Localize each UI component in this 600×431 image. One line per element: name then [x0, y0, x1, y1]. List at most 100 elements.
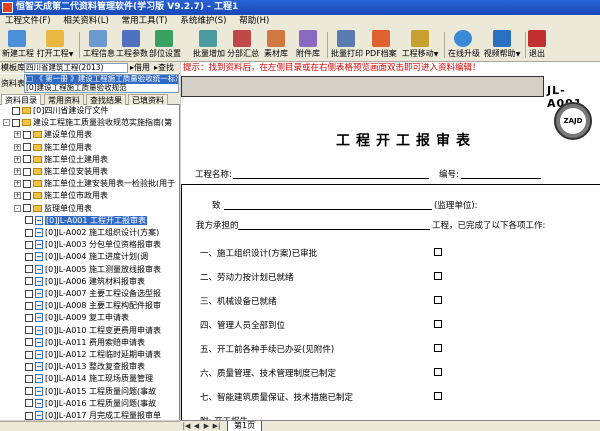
prev-sheet-button[interactable]: ◀: [192, 422, 201, 430]
tree-item-document[interactable]: [0]JL-A010 工程变更费用申请表: [25, 325, 161, 337]
borrow-button[interactable]: ▸借用: [130, 62, 150, 73]
query-button[interactable]: ▸查找: [154, 62, 174, 73]
menu-help[interactable]: 帮助(H): [234, 15, 274, 28]
exit-button[interactable]: 退出: [528, 29, 546, 61]
first-sheet-button[interactable]: |◀: [182, 422, 191, 430]
form-item-checkbox[interactable]: [434, 392, 442, 400]
project-params-button[interactable]: 工程参数: [116, 29, 148, 61]
form-item-checkbox[interactable]: [434, 296, 442, 304]
expand-icon[interactable]: +: [14, 192, 21, 200]
collapse-icon[interactable]: -: [3, 119, 10, 127]
tree-item-checkbox[interactable]: [25, 301, 33, 310]
tree-item-checkbox[interactable]: [25, 277, 33, 286]
tree-item-checkbox[interactable]: [23, 179, 31, 188]
tree-item-document[interactable]: [0]JL-A001 工程开工报审表: [25, 215, 148, 227]
part-settings-button[interactable]: 部位设置: [149, 29, 181, 61]
tree-item-folder[interactable]: + 施工单位市政用表: [14, 190, 108, 202]
tree-item-folder[interactable]: + 施工单位土建用表: [14, 154, 108, 166]
collapse-icon[interactable]: -: [14, 204, 21, 212]
tree-item-folder[interactable]: [0]四川省建设厅文件: [3, 105, 108, 117]
attachment-library-button[interactable]: 附件库: [294, 29, 322, 61]
form-item-checkbox[interactable]: [434, 344, 442, 352]
tree-item-checkbox[interactable]: [23, 130, 31, 139]
menu-related[interactable]: 相关资料(L): [58, 15, 113, 28]
pdf-archive-button[interactable]: PDF档案: [365, 29, 397, 61]
tree-item-document[interactable]: [0]JL-A008 主要工程构配件报审: [25, 300, 161, 312]
tree-item-checkbox[interactable]: [23, 143, 31, 152]
tree-item-document[interactable]: [0]JL-A013 整改复查报审表: [25, 361, 145, 373]
tree-item-checkbox[interactable]: [25, 350, 33, 359]
form-preview[interactable]: JL-A001 ZAJD 工程开工报审表 工程名称: 编号: 致 (监理单位):…: [181, 76, 600, 427]
next-sheet-button[interactable]: ▶: [202, 422, 211, 430]
tab-filled[interactable]: 已填资料: [128, 94, 168, 105]
tree-item-checkbox[interactable]: [25, 228, 33, 237]
template-select[interactable]: 四川省建筑工程(2013): [24, 63, 128, 73]
form-item-checkbox[interactable]: [434, 248, 442, 256]
tree-item-checkbox[interactable]: [25, 362, 33, 371]
tree-item-document[interactable]: [0]JL-A002 施工组织设计(方案): [25, 227, 159, 239]
open-project-button[interactable]: 打开工程▼: [34, 29, 76, 61]
tree-item-checkbox[interactable]: [23, 155, 31, 164]
form-item-checkbox[interactable]: [434, 320, 442, 328]
expand-icon[interactable]: +: [14, 143, 21, 151]
tree-item-document[interactable]: [0]JL-A011 费用索赔申请表: [25, 337, 145, 349]
tree-item-folder[interactable]: - 建设工程施工质量验收规范实施指南(第: [3, 117, 172, 129]
project-move-button[interactable]: 工程移动▼: [400, 29, 440, 61]
tree-item-document[interactable]: [0]JL-A017 月完成工程量报审单: [25, 410, 161, 420]
tree-item-folder[interactable]: + 建设单位用表: [14, 129, 92, 141]
tree-item-folder[interactable]: + 施工单位安装用表: [14, 166, 108, 178]
tree-item-checkbox[interactable]: [25, 338, 33, 347]
tree-item-folder[interactable]: - 监理单位用表: [14, 203, 92, 215]
tree-item-folder[interactable]: + 施工单位土建安装用表一检验批(用于: [14, 178, 175, 190]
left-horizontal-scrollbar[interactable]: [0, 421, 180, 431]
tab-catalog[interactable]: 资料目录: [1, 94, 41, 105]
tree-item-document[interactable]: [0]JL-A014 施工现场质量管理: [25, 373, 153, 385]
tree-item-checkbox[interactable]: [25, 265, 33, 274]
project-info-button[interactable]: 工程信息: [83, 29, 115, 61]
menu-system[interactable]: 系统维护(S): [175, 15, 231, 28]
tree-item-document[interactable]: [0]JL-A003 分包单位资格报审表: [25, 239, 161, 251]
tree-item-checkbox[interactable]: [23, 204, 31, 213]
tree-item-checkbox[interactable]: [25, 411, 33, 420]
tree-item-checkbox[interactable]: [12, 118, 20, 127]
expand-icon[interactable]: +: [14, 131, 21, 139]
tree-item-document[interactable]: [0]JL-A012 工程临时延期申请表: [25, 349, 161, 361]
expand-icon[interactable]: +: [14, 155, 21, 163]
tree-item-checkbox[interactable]: [25, 216, 33, 225]
tab-search-results[interactable]: 查找结果: [86, 94, 126, 105]
menu-file[interactable]: 工程文件(F): [0, 15, 56, 28]
tree-item-document[interactable]: [0]JL-A016 工程质量问题(事故: [25, 398, 156, 410]
expand-icon[interactable]: +: [14, 168, 21, 175]
form-item-checkbox[interactable]: [434, 368, 442, 376]
tree-item-document[interactable]: [0]JL-A005 施工测量放线报审表: [25, 264, 161, 276]
tree-item-checkbox[interactable]: [12, 106, 20, 115]
material-select[interactable]: □ 《 第一册 》建设工程施工质量验收统一标准 [0]建设工程施工质量验收规范: [24, 74, 179, 93]
new-project-button[interactable]: 新建工程: [2, 29, 34, 61]
batch-add-button[interactable]: 批量增加: [193, 29, 225, 61]
tree-item-document[interactable]: [0]JL-A007 主要工程设备选型报: [25, 288, 161, 300]
last-sheet-button[interactable]: ▶|: [212, 422, 221, 430]
tree-item-document[interactable]: [0]JL-A015 工程质量问题(事故: [25, 386, 156, 398]
tree-item-checkbox[interactable]: [23, 167, 31, 176]
tree-item-document[interactable]: [0]JL-A009 复工申请表: [25, 312, 129, 324]
tree-item-checkbox[interactable]: [25, 399, 33, 408]
online-upgrade-button[interactable]: 在线升级: [448, 29, 480, 61]
sheet-tab-1[interactable]: 第1页: [227, 421, 263, 431]
tree-item-checkbox[interactable]: [25, 313, 33, 322]
tree-item-checkbox[interactable]: [23, 191, 31, 200]
tree-item-checkbox[interactable]: [25, 326, 33, 335]
form-item-checkbox[interactable]: [434, 272, 442, 280]
batch-print-button[interactable]: 批量打印: [331, 29, 363, 61]
tab-common[interactable]: 常用资料: [44, 94, 84, 105]
material-library-button[interactable]: 素材库: [262, 29, 290, 61]
tree-item-checkbox[interactable]: [25, 240, 33, 249]
video-help-button[interactable]: 视频帮助▼: [482, 29, 522, 61]
tree-item-document[interactable]: [0]JL-A006 建筑材料报审表: [25, 276, 145, 288]
tree-item-document[interactable]: [0]JL-A004 施工进度计划(调: [25, 251, 148, 263]
tree-item-checkbox[interactable]: [25, 387, 33, 396]
tree-item-checkbox[interactable]: [25, 374, 33, 383]
tree-item-checkbox[interactable]: [25, 252, 33, 261]
menu-tools[interactable]: 常用工具(T): [117, 15, 173, 28]
tree-item-checkbox[interactable]: [25, 289, 33, 298]
tree-item-folder[interactable]: + 施工单位用表: [14, 142, 92, 154]
